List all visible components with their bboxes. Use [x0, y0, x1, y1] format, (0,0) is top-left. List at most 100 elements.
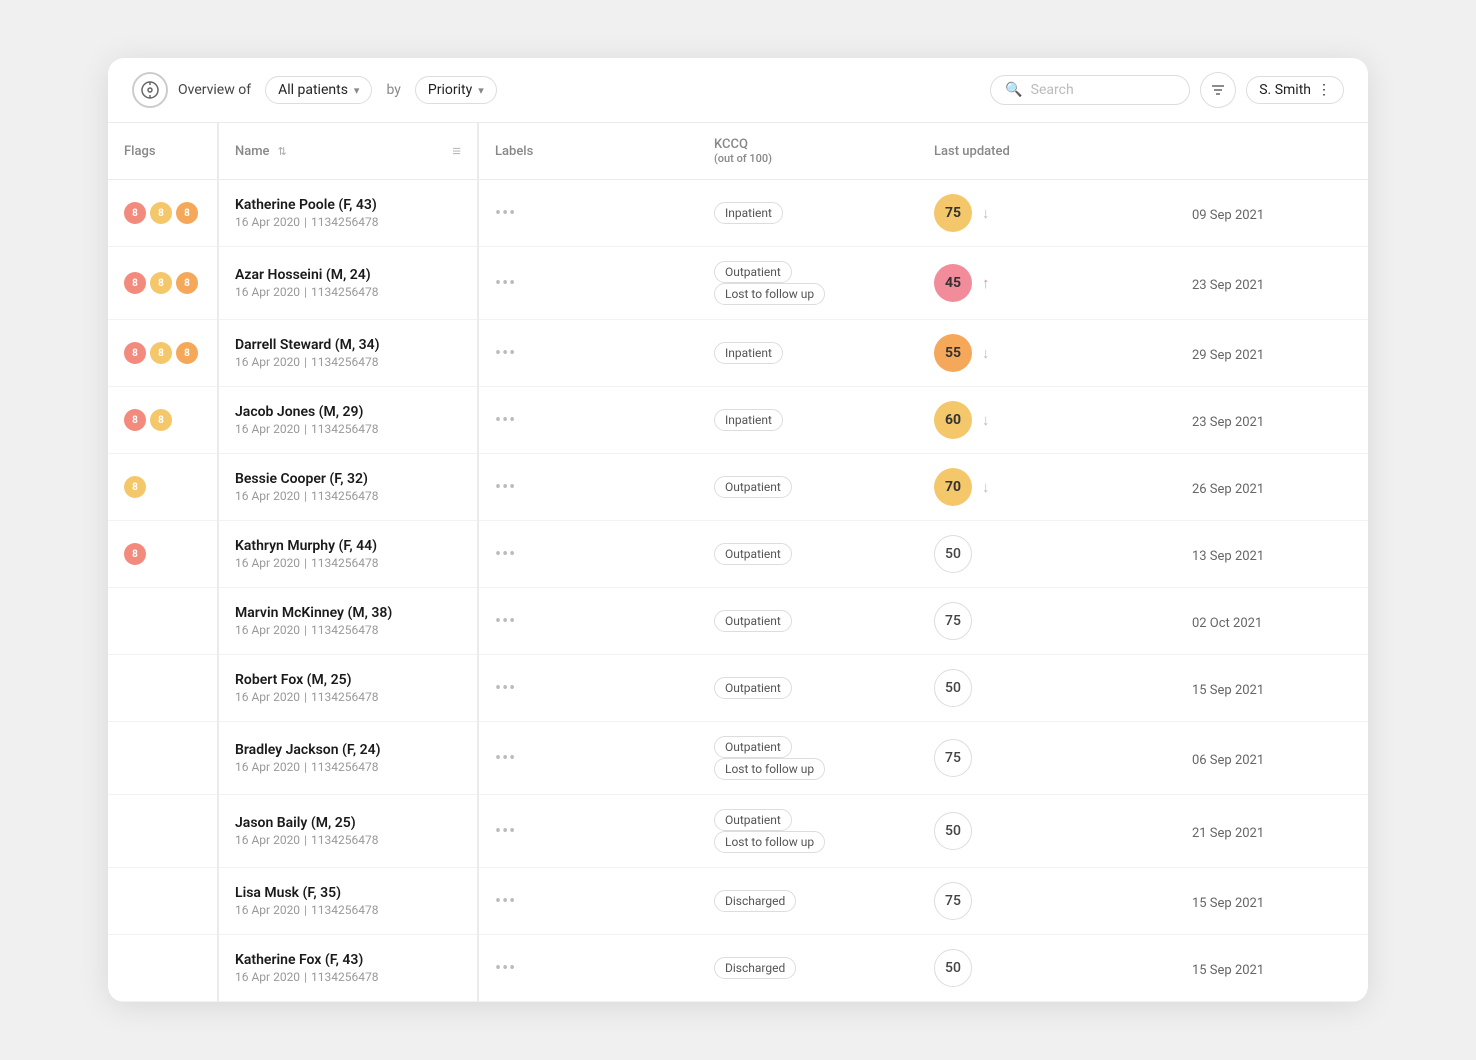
table-row: 888 Azar Hosseini (M, 24) 16 Apr 2020|11…: [108, 247, 1368, 320]
last-updated-cell: 13 Sep 2021: [1176, 521, 1368, 588]
row-menu-icon[interactable]: •••: [495, 958, 516, 979]
kccq-cell: 60 ↓: [918, 387, 1176, 454]
patient-info-cell[interactable]: Bradley Jackson (F, 24) 16 Apr 2020|1134…: [218, 722, 478, 795]
updated-date: 15 Sep 2021: [1192, 896, 1264, 911]
patient-meta: 16 Apr 2020|1134256478: [235, 623, 461, 637]
priority-dropdown[interactable]: Priority ▾: [415, 76, 497, 104]
trend-down-icon: ↓: [982, 204, 990, 222]
labels-cell: Discharged: [698, 935, 918, 1002]
priority-label: Priority: [428, 82, 472, 98]
search-box[interactable]: 🔍 Search: [990, 75, 1190, 105]
kccq-cell: 55 ↓: [918, 320, 1176, 387]
patient-info-cell[interactable]: Jacob Jones (M, 29) 16 Apr 2020|11342564…: [218, 387, 478, 454]
flags-cell: 888: [108, 180, 218, 247]
menu-cell[interactable]: •••: [478, 722, 698, 795]
row-menu-icon[interactable]: •••: [495, 477, 516, 498]
all-patients-dropdown[interactable]: All patients ▾: [265, 76, 372, 104]
table-row: Jason Baily (M, 25) 16 Apr 2020|11342564…: [108, 795, 1368, 868]
priority-chevron: ▾: [478, 84, 484, 97]
flag-badge-yellow: 8: [150, 202, 172, 224]
last-updated-cell: 29 Sep 2021: [1176, 320, 1368, 387]
menu-cell[interactable]: •••: [478, 454, 698, 521]
patient-table: Flags Name ⇅ ≡ Labels KCCQ: [108, 123, 1368, 1002]
patient-info-cell[interactable]: Lisa Musk (F, 35) 16 Apr 2020|1134256478: [218, 868, 478, 935]
last-updated-cell: 15 Sep 2021: [1176, 655, 1368, 722]
flags-cell: [108, 655, 218, 722]
flag-badge-yellow: 8: [150, 342, 172, 364]
label-badge: Discharged: [714, 957, 796, 979]
kccq-value: 50: [934, 812, 972, 850]
flag-badge-red: 8: [124, 202, 146, 224]
last-updated-cell: 23 Sep 2021: [1176, 387, 1368, 454]
kccq-cell: 45 ↑: [918, 247, 1176, 320]
row-menu-icon[interactable]: •••: [495, 410, 516, 431]
flag-badge-orange: 8: [176, 202, 198, 224]
updated-date: 26 Sep 2021: [1192, 482, 1264, 497]
patient-info-cell[interactable]: Jason Baily (M, 25) 16 Apr 2020|11342564…: [218, 795, 478, 868]
table-row: Lisa Musk (F, 35) 16 Apr 2020|1134256478…: [108, 868, 1368, 935]
row-menu-icon[interactable]: •••: [495, 343, 516, 364]
row-menu-icon[interactable]: •••: [495, 544, 516, 565]
menu-cell[interactable]: •••: [478, 868, 698, 935]
kccq-value: 55: [934, 334, 972, 372]
flag-badge-yellow: 8: [150, 409, 172, 431]
row-menu-icon[interactable]: •••: [495, 273, 516, 294]
row-menu-icon[interactable]: •••: [495, 821, 516, 842]
name-sort-icon[interactable]: ⇅: [278, 145, 287, 158]
patient-info-cell[interactable]: Darrell Steward (M, 34) 16 Apr 2020|1134…: [218, 320, 478, 387]
patient-name: Lisa Musk (F, 35): [235, 885, 461, 901]
labels-cell: Outpatient: [698, 521, 918, 588]
row-menu-icon[interactable]: •••: [495, 748, 516, 769]
user-label: S. Smith: [1259, 82, 1311, 98]
name-col-menu-icon[interactable]: ≡: [452, 142, 461, 160]
menu-cell[interactable]: •••: [478, 655, 698, 722]
patient-info-cell[interactable]: Katherine Poole (F, 43) 16 Apr 2020|1134…: [218, 180, 478, 247]
header-right: 🔍 Search S. Smith ⋮: [990, 72, 1344, 108]
filter-button[interactable]: [1200, 72, 1236, 108]
flags-cell: 88: [108, 387, 218, 454]
table-row: Robert Fox (M, 25) 16 Apr 2020|113425647…: [108, 655, 1368, 722]
menu-cell[interactable]: •••: [478, 320, 698, 387]
menu-cell[interactable]: •••: [478, 588, 698, 655]
patient-info-cell[interactable]: Katherine Fox (F, 43) 16 Apr 2020|113425…: [218, 935, 478, 1002]
kccq-cell: 75 ↓: [918, 180, 1176, 247]
kccq-cell: 50: [918, 521, 1176, 588]
patient-meta: 16 Apr 2020|1134256478: [235, 285, 461, 299]
patient-info-cell[interactable]: Robert Fox (M, 25) 16 Apr 2020|113425647…: [218, 655, 478, 722]
menu-cell[interactable]: •••: [478, 387, 698, 454]
kccq-value: 60: [934, 401, 972, 439]
table-row: Bradley Jackson (F, 24) 16 Apr 2020|1134…: [108, 722, 1368, 795]
patient-info-cell[interactable]: Marvin McKinney (M, 38) 16 Apr 2020|1134…: [218, 588, 478, 655]
row-menu-icon[interactable]: •••: [495, 203, 516, 224]
menu-cell[interactable]: •••: [478, 935, 698, 1002]
row-menu-icon[interactable]: •••: [495, 678, 516, 699]
menu-cell[interactable]: •••: [478, 521, 698, 588]
user-menu[interactable]: S. Smith ⋮: [1246, 76, 1344, 104]
patient-meta: 16 Apr 2020|1134256478: [235, 903, 461, 917]
patient-meta: 16 Apr 2020|1134256478: [235, 970, 461, 984]
menu-cell[interactable]: •••: [478, 247, 698, 320]
row-menu-icon[interactable]: •••: [495, 891, 516, 912]
flag-badge-orange: 8: [176, 272, 198, 294]
menu-cell[interactable]: •••: [478, 795, 698, 868]
table-row: Marvin McKinney (M, 38) 16 Apr 2020|1134…: [108, 588, 1368, 655]
label-badge: Inpatient: [714, 342, 783, 364]
label-badge: Lost to follow up: [714, 758, 825, 780]
all-patients-label: All patients: [278, 82, 348, 98]
all-patients-chevron: ▾: [354, 84, 360, 97]
patient-info-cell[interactable]: Bessie Cooper (F, 32) 16 Apr 2020|113425…: [218, 454, 478, 521]
patient-name: Kathryn Murphy (F, 44): [235, 538, 461, 554]
patient-info-cell[interactable]: Azar Hosseini (M, 24) 16 Apr 2020|113425…: [218, 247, 478, 320]
patient-info-cell[interactable]: Kathryn Murphy (F, 44) 16 Apr 2020|11342…: [218, 521, 478, 588]
flags-cell: [108, 722, 218, 795]
patient-name: Jacob Jones (M, 29): [235, 404, 461, 420]
col-header-name: Name ⇅ ≡: [218, 123, 478, 180]
row-menu-icon[interactable]: •••: [495, 611, 516, 632]
updated-date: 23 Sep 2021: [1192, 278, 1264, 293]
updated-date: 06 Sep 2021: [1192, 753, 1264, 768]
kccq-cell: 50: [918, 795, 1176, 868]
labels-cell: Outpatient: [698, 655, 918, 722]
kccq-cell: 50: [918, 935, 1176, 1002]
menu-cell[interactable]: •••: [478, 180, 698, 247]
trend-down-icon: ↓: [982, 478, 990, 496]
